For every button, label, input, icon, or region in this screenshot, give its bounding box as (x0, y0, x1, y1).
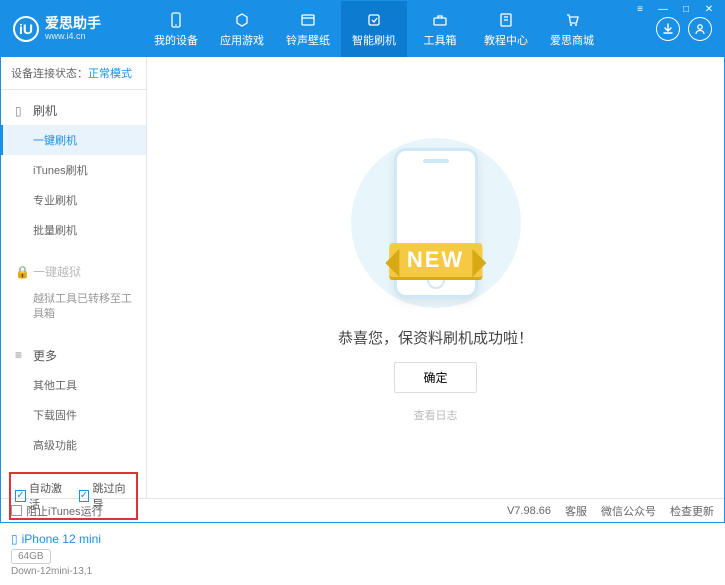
app-title: 爱思助手 (45, 16, 101, 31)
nav-toolbox[interactable]: 工具箱 (407, 1, 473, 57)
check-icon: ✓ (15, 490, 26, 502)
cart-icon (563, 11, 581, 29)
menu-icon[interactable]: ≡ (630, 2, 650, 16)
device-name: iPhone 12 mini (22, 532, 101, 546)
status-value: 正常模式 (88, 68, 132, 80)
checkbox-block-itunes[interactable] (11, 505, 22, 516)
sidebar-item-more-0[interactable]: 其他工具 (1, 370, 146, 400)
sidebar-item-flash-1[interactable]: iTunes刷机 (1, 155, 146, 185)
check-icon: ✓ (79, 490, 90, 502)
app-url: www.i4.cn (45, 32, 101, 42)
sidebar-header-jailbreak: 🔒 一键越狱 (1, 257, 146, 286)
sidebar-header-jailbreak-label: 一键越狱 (33, 263, 81, 280)
nav-book[interactable]: 教程中心 (473, 1, 539, 57)
download-button[interactable] (656, 17, 680, 41)
block-itunes-label: 阻止iTunes运行 (26, 503, 103, 519)
sidebar-header-more[interactable]: ≡ 更多 (1, 341, 146, 370)
app-header: iU 爱思助手 www.i4.cn 我的设备 应用游戏 铃声壁纸 智能刷机 工具箱 教程中… (1, 1, 724, 57)
new-ribbon: NEW (389, 243, 482, 277)
more-icon: ≡ (15, 348, 27, 362)
view-log-link[interactable]: 查看日志 (414, 407, 458, 423)
sidebar-header-more-label: 更多 (33, 347, 57, 364)
maximize-icon[interactable]: □ (676, 2, 696, 16)
apps-icon (233, 11, 251, 29)
version-label: V7.98.66 (507, 505, 551, 517)
nav-cart[interactable]: 爱思商城 (539, 1, 605, 57)
nav-label: 工具箱 (424, 32, 457, 48)
device-sub: Down-12mini-13,1 (11, 566, 136, 577)
sidebar: 设备连接状态：正常模式 ▯ 刷机 一键刷机iTunes刷机专业刷机批量刷机 🔒 … (1, 57, 147, 498)
app-logo: iU 爱思助手 www.i4.cn (13, 16, 143, 42)
phone-icon: ▯ (15, 104, 27, 118)
nav-label: 爱思商城 (550, 32, 594, 48)
nav-label: 铃声壁纸 (286, 32, 330, 48)
logo-icon: iU (13, 16, 39, 42)
check-update-link[interactable]: 检查更新 (670, 503, 714, 519)
status-label: 设备连接状态： (11, 68, 88, 80)
support-link[interactable]: 客服 (565, 503, 587, 519)
main-content: NEW 恭喜您，保资料刷机成功啦！ 确定 查看日志 (147, 57, 724, 498)
sidebar-item-more-2[interactable]: 高级功能 (1, 430, 146, 460)
success-illustration: NEW (346, 133, 526, 313)
success-message: 恭喜您，保资料刷机成功啦！ (338, 327, 533, 348)
ok-button[interactable]: 确定 (394, 362, 476, 393)
toolbox-icon (431, 11, 449, 29)
sidebar-item-flash-0[interactable]: 一键刷机 (1, 125, 146, 155)
music-icon (299, 11, 317, 29)
device-info[interactable]: ▯ iPhone 12 mini 64GB Down-12mini-13,1 (1, 526, 146, 585)
nav-label: 我的设备 (154, 32, 198, 48)
nav-label: 应用游戏 (220, 32, 264, 48)
lock-icon: 🔒 (15, 265, 27, 279)
phone-icon (167, 11, 185, 29)
book-icon (497, 11, 515, 29)
wechat-link[interactable]: 微信公众号 (601, 503, 656, 519)
main-nav: 我的设备 应用游戏 铃声壁纸 智能刷机 工具箱 教程中心 爱思商城 (143, 1, 656, 57)
nav-label: 教程中心 (484, 32, 528, 48)
nav-music[interactable]: 铃声壁纸 (275, 1, 341, 57)
phone-icon: ▯ (11, 532, 18, 546)
sidebar-item-more-1[interactable]: 下载固件 (1, 400, 146, 430)
flash-icon (365, 11, 383, 29)
minimize-icon[interactable]: — (653, 2, 673, 16)
jailbreak-note: 越狱工具已转移至工具箱 (1, 286, 146, 329)
device-storage: 64GB (11, 549, 51, 564)
sidebar-header-flash-label: 刷机 (33, 102, 57, 119)
nav-apps[interactable]: 应用游戏 (209, 1, 275, 57)
sidebar-item-flash-2[interactable]: 专业刷机 (1, 185, 146, 215)
connection-status: 设备连接状态：正常模式 (1, 57, 146, 90)
nav-label: 智能刷机 (352, 32, 396, 48)
nav-flash[interactable]: 智能刷机 (341, 1, 407, 57)
sidebar-header-flash[interactable]: ▯ 刷机 (1, 96, 146, 125)
close-icon[interactable]: ✕ (699, 2, 719, 16)
sidebar-item-flash-3[interactable]: 批量刷机 (1, 215, 146, 245)
user-button[interactable] (688, 17, 712, 41)
nav-phone[interactable]: 我的设备 (143, 1, 209, 57)
